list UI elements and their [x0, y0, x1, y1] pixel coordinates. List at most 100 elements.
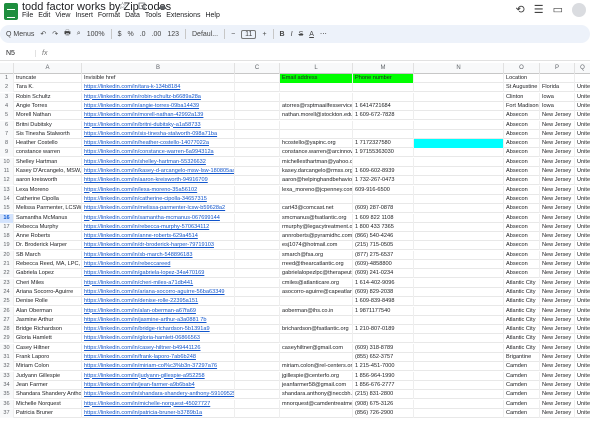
cell[interactable]: 1 609-602-8939 — [353, 167, 414, 176]
cell[interactable]: New Jersey — [540, 176, 575, 186]
cell[interactable] — [414, 260, 504, 269]
cell[interactable]: https://linkedin.com/in/melissa-parmente… — [82, 204, 235, 214]
cell[interactable] — [235, 148, 280, 158]
cell[interactable]: https://linkedin.com/in/shelley-hartman-… — [82, 157, 235, 167]
cell[interactable]: https://linkedin.com/in/alan-oberman-a67… — [82, 306, 235, 316]
cell[interactable]: https://linkedin.com/in/morell-nathan-42… — [82, 111, 235, 121]
cell[interactable]: Unite — [575, 251, 590, 260]
cell[interactable]: Unite — [575, 167, 590, 176]
cell[interactable]: 1 6414721684 — [353, 101, 414, 111]
cell[interactable]: Absecon — [504, 269, 540, 279]
cell[interactable] — [414, 390, 504, 400]
cell[interactable]: Alan Oberman — [14, 306, 82, 316]
cell[interactable]: (609) 829-2038 — [353, 287, 414, 297]
cell[interactable]: jeanfarmer58@gmail.com — [280, 380, 353, 390]
currency-button[interactable]: $ — [118, 31, 122, 38]
cell[interactable] — [235, 315, 280, 325]
decimal-increase-button[interactable]: .00 — [152, 31, 162, 38]
cell[interactable] — [280, 315, 353, 325]
cell[interactable]: Rebecca Murphy — [14, 222, 82, 232]
cell[interactable] — [414, 362, 504, 372]
cell[interactable] — [414, 92, 504, 102]
font-size-input[interactable]: 11 — [241, 29, 257, 39]
cell[interactable]: Cheri Miles — [14, 278, 82, 288]
cell[interactable]: Absecon — [504, 148, 540, 158]
cell[interactable]: Unite — [575, 176, 590, 185]
cell[interactable]: New Jersey — [540, 260, 575, 269]
cell[interactable]: Britni Dubitsky — [14, 120, 82, 130]
cell[interactable]: https://linkedin.com/in/aaron-kreisworth… — [82, 176, 235, 186]
cell[interactable]: New Jersey — [540, 111, 575, 121]
number-format-button[interactable]: 123 — [167, 31, 179, 38]
cell[interactable]: New Jersey — [540, 194, 575, 204]
cell[interactable]: Patricia Bruner — [14, 408, 82, 418]
cell[interactable]: https://linkedin.com/in/rebeccareed — [82, 260, 235, 269]
cell[interactable]: https://linkedin.com/in/patricia-bruner-… — [82, 408, 235, 418]
cell[interactable]: (866) 540-4246 — [353, 232, 414, 242]
cell[interactable]: Absecon — [504, 232, 540, 242]
cell[interactable] — [414, 325, 504, 335]
cell[interactable]: miriam.colon@rel-centers.org — [280, 362, 353, 372]
cell[interactable] — [414, 167, 504, 176]
row-number[interactable]: 29 — [0, 334, 14, 344]
cell[interactable]: Atlantic City — [504, 306, 540, 316]
cell[interactable]: 609-916-6500 — [353, 185, 414, 195]
cell[interactable]: Samantha McManus — [14, 213, 82, 223]
cell[interactable] — [235, 157, 280, 167]
cell[interactable]: Florida — [540, 83, 575, 93]
cell[interactable]: aoberman@ihs.co.in — [280, 306, 353, 316]
cell[interactable] — [235, 74, 280, 83]
cell[interactable] — [414, 148, 504, 158]
cell[interactable]: Unite — [575, 372, 590, 381]
cell[interactable] — [235, 260, 280, 269]
cell[interactable]: New Jersey — [540, 334, 575, 344]
cell[interactable]: Bridge Richardson — [14, 325, 82, 335]
cell[interactable]: cart43@comcast.net — [280, 204, 353, 214]
cell[interactable]: Tara K. — [14, 83, 82, 93]
cell[interactable]: https://linkedin.com/in/dr-broderick-har… — [82, 241, 235, 251]
cell[interactable] — [575, 74, 590, 83]
cell[interactable]: Unite — [575, 232, 590, 241]
cell[interactable] — [235, 204, 280, 214]
cell[interactable]: New Jersey — [540, 120, 575, 130]
cell[interactable] — [414, 241, 504, 251]
cell[interactable]: Catherine Cipolla — [14, 194, 82, 204]
cell[interactable]: Iowa — [540, 92, 575, 102]
cell[interactable]: 1 9871177540 — [353, 306, 414, 316]
cell[interactable]: Unite — [575, 195, 590, 204]
cell[interactable]: Unite — [575, 260, 590, 269]
cell[interactable]: https://linkedin.com/in/frank-laporo-7ab… — [82, 353, 235, 362]
cell[interactable]: New Jersey — [540, 278, 575, 288]
cell[interactable] — [414, 120, 504, 130]
column-header-o[interactable]: O — [504, 63, 540, 74]
cell[interactable] — [414, 101, 504, 111]
cell[interactable] — [235, 399, 280, 409]
column-header-p[interactable]: P — [540, 63, 575, 74]
cell[interactable]: Ariana Socorro-Aguirre — [14, 287, 82, 297]
cell[interactable] — [353, 334, 414, 344]
cell[interactable]: (908) 675-3126 — [353, 399, 414, 409]
cell[interactable]: New Jersey — [540, 222, 575, 232]
cell[interactable]: Absecon — [504, 120, 540, 130]
cell[interactable]: https://linkedin.com/in/gabriela-lopez-3… — [82, 269, 235, 279]
cell[interactable]: Atlantic City — [504, 315, 540, 325]
row-number[interactable]: 26 — [0, 306, 14, 316]
row-number[interactable]: 8 — [0, 139, 14, 149]
cell[interactable]: https://linkedin.com/in/denise-rolle-223… — [82, 297, 235, 307]
cell[interactable]: https://linkedin.com/in/samantha-mcmanus… — [82, 213, 235, 223]
cell[interactable]: 1 215-451-7000 — [353, 362, 414, 372]
cell[interactable]: Absecon — [504, 167, 540, 176]
cell[interactable]: https://linkedin.com/in/michelle-norques… — [82, 399, 235, 409]
row-number[interactable]: 20 — [0, 250, 14, 260]
cell[interactable]: Shandara Shandery Anthony — [14, 390, 82, 400]
cell[interactable]: 1 856-964-1990 — [353, 371, 414, 381]
cell[interactable]: Atlantic City — [504, 287, 540, 297]
cell[interactable]: 1 7172327580 — [353, 139, 414, 149]
cell[interactable]: New Jersey — [540, 325, 575, 335]
row-number[interactable]: 17 — [0, 222, 14, 232]
cell[interactable]: 1 609-839-8498 — [353, 297, 414, 307]
column-header-l[interactable]: L — [280, 63, 353, 74]
cell[interactable]: Fort Madison — [504, 101, 540, 111]
cell[interactable]: Unite — [575, 362, 590, 371]
row-number[interactable]: 24 — [0, 287, 14, 297]
